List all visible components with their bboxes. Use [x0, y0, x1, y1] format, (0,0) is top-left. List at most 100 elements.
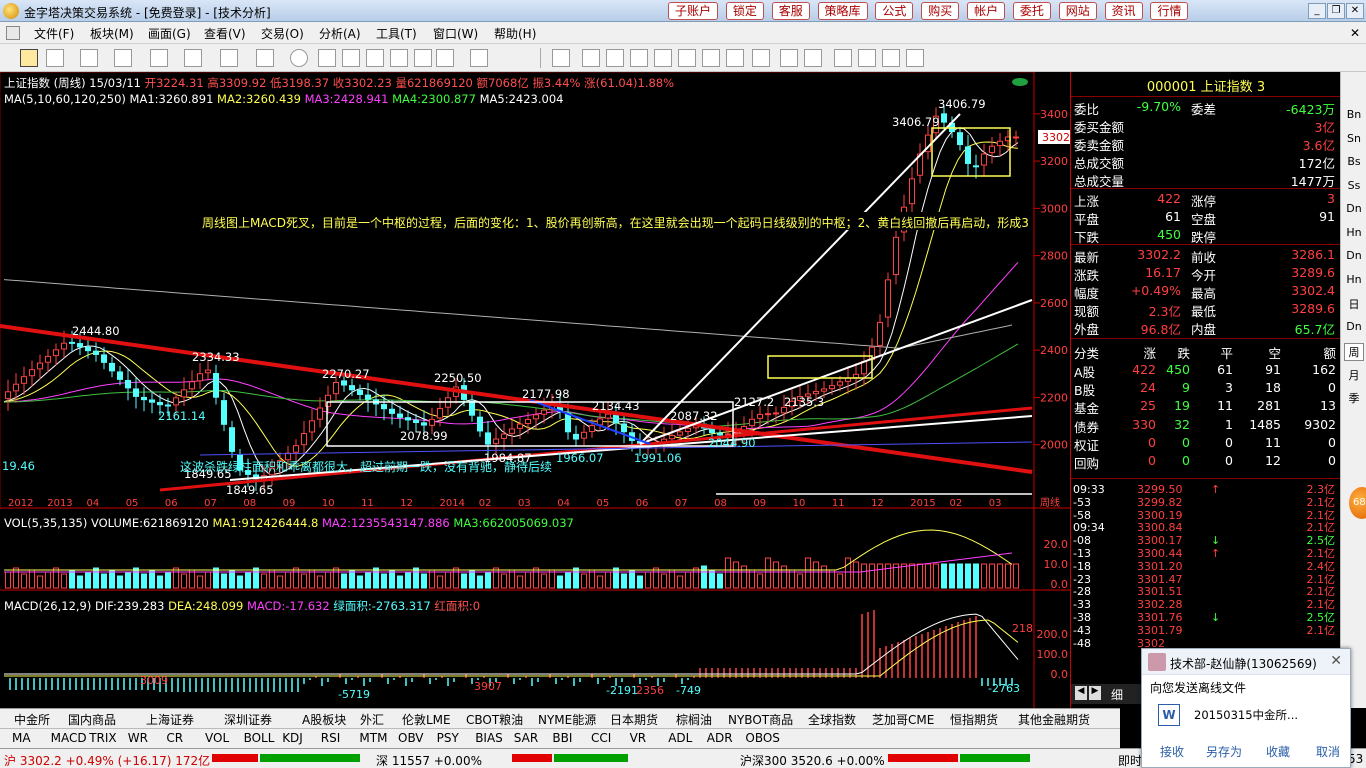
- clear-icon[interactable]: [702, 49, 720, 67]
- popup-close-icon[interactable]: ✕: [1330, 653, 1342, 669]
- menu-sector[interactable]: 板块(M): [90, 25, 134, 42]
- minimize-icon[interactable]: _: [1308, 3, 1326, 19]
- sidebar-item[interactable]: Hn: [1344, 273, 1364, 291]
- scroll-right-icon[interactable]: ▶: [1089, 686, 1101, 700]
- sidebar-item[interactable]: 日: [1344, 296, 1364, 314]
- technical-chart-area[interactable]: 3400 3200 3000 2800 2600 2400 2200 2000 2012 2013…: [0, 72, 1070, 708]
- indicator-tab[interactable]: MACD: [51, 731, 87, 745]
- parallel-tool-icon[interactable]: [114, 49, 132, 67]
- market-button[interactable]: 行情: [1150, 2, 1189, 20]
- cursor-tool-icon[interactable]: [20, 49, 38, 67]
- eraser-icon[interactable]: [390, 49, 408, 67]
- market-tab[interactable]: 中金所: [14, 711, 50, 728]
- indicator-tab[interactable]: PSY: [437, 731, 459, 745]
- indicator-tab[interactable]: MA: [12, 731, 31, 745]
- gann-tool-icon[interactable]: [150, 49, 168, 67]
- sidebar-item[interactable]: Sn: [1344, 132, 1364, 150]
- indicator-tab[interactable]: BBI: [552, 731, 572, 745]
- delete-icon[interactable]: [726, 49, 744, 67]
- menu-tools[interactable]: 工具(T): [376, 25, 417, 42]
- copy-icon[interactable]: [606, 49, 624, 67]
- save-as-button[interactable]: 另存为: [1206, 743, 1242, 760]
- paste-special-icon[interactable]: [654, 49, 672, 67]
- sidebar-item[interactable]: 月: [1344, 367, 1364, 385]
- sidebar-item[interactable]: Dn: [1344, 320, 1364, 338]
- indicator-tab[interactable]: CCI: [591, 731, 611, 745]
- text-tool-icon[interactable]: [80, 49, 98, 67]
- cut-icon[interactable]: [582, 49, 600, 67]
- ruler-tool-icon[interactable]: [184, 49, 202, 67]
- tick-list[interactable]: 09:33 3299.50 ↑ 2.3亿 -53 3299.82 2.1亿 -58 3300.1…: [1071, 483, 1341, 650]
- market-tab[interactable]: 上海证券: [146, 711, 194, 728]
- detail-tab[interactable]: 细: [1111, 686, 1123, 703]
- menu-view-screen[interactable]: 画面(G): [148, 25, 191, 42]
- indicator-tab[interactable]: WR: [128, 731, 148, 745]
- indicator-tab[interactable]: ADR: [707, 731, 733, 745]
- menu-analysis[interactable]: 分析(A): [319, 25, 361, 42]
- market-tab[interactable]: NYME能源: [538, 711, 596, 728]
- chart-doc-icon[interactable]: [6, 26, 20, 40]
- market-tab[interactable]: 深圳证券: [224, 711, 272, 728]
- favorite-button[interactable]: 收藏: [1266, 743, 1290, 760]
- customer-service-button[interactable]: 客服: [771, 2, 810, 20]
- close-icon[interactable]: ✕: [1346, 3, 1364, 19]
- indicator-tab[interactable]: TRIX: [89, 731, 116, 745]
- cancel-button[interactable]: 取消: [1316, 743, 1340, 760]
- paste-icon[interactable]: [630, 49, 648, 67]
- sidebar-item[interactable]: 季: [1344, 390, 1364, 408]
- menu-help[interactable]: 帮助(H): [494, 25, 536, 42]
- market-tab[interactable]: 伦敦LME: [402, 711, 451, 728]
- scroll-left-icon[interactable]: ◀: [1075, 686, 1087, 700]
- indicator-tab[interactable]: RSI: [321, 731, 341, 745]
- settings-icon[interactable]: [470, 49, 488, 67]
- website-button[interactable]: 网站: [1058, 2, 1097, 20]
- indicator-tab[interactable]: ADL: [668, 731, 692, 745]
- purchase-button[interactable]: 购买: [921, 2, 960, 20]
- formula-button[interactable]: 公式: [875, 2, 914, 20]
- menu-trade[interactable]: 交易(O): [261, 25, 304, 42]
- market-tab[interactable]: 国内商品: [68, 711, 116, 728]
- strategy-library-button[interactable]: 策略库: [817, 2, 868, 20]
- sidebar-item[interactable]: 周: [1344, 343, 1364, 361]
- doc-close-icon[interactable]: ✕: [1350, 26, 1360, 40]
- sidebar-item[interactable]: Hn: [1344, 226, 1364, 244]
- fib-tool-icon[interactable]: [220, 49, 238, 67]
- market-tab[interactable]: 恒指期货: [950, 711, 998, 728]
- news-button[interactable]: 资讯: [1104, 2, 1143, 20]
- circle-tool-icon[interactable]: [290, 49, 308, 67]
- sidebar-item[interactable]: Ss: [1344, 179, 1364, 197]
- order-button[interactable]: 委托: [1012, 2, 1051, 20]
- indicator-tab[interactable]: SAR: [514, 731, 538, 745]
- sidebar-item[interactable]: Dn: [1344, 202, 1364, 220]
- indicator-tab[interactable]: MTM: [359, 731, 387, 745]
- sub-account-button[interactable]: 子账户: [668, 2, 719, 20]
- market-tab[interactable]: 其他金融期货: [1018, 711, 1090, 728]
- indicator-tab[interactable]: OBOS: [745, 731, 780, 745]
- save-icon[interactable]: [552, 49, 570, 67]
- indicator-tab[interactable]: VR: [630, 731, 647, 745]
- comment-icon[interactable]: [882, 49, 900, 67]
- sidebar-item[interactable]: Bn: [1344, 108, 1364, 126]
- indicator-tab[interactable]: CR: [166, 731, 183, 745]
- receive-button[interactable]: 接收: [1160, 743, 1184, 760]
- cycle-tool-icon[interactable]: [318, 49, 336, 67]
- delete-draw-icon[interactable]: [366, 49, 384, 67]
- menu-window[interactable]: 窗口(W): [433, 25, 478, 42]
- menu-view[interactable]: 查看(V): [204, 25, 246, 42]
- market-tab[interactable]: A股板块: [302, 711, 346, 728]
- market-tab[interactable]: 外汇: [360, 711, 384, 728]
- line-tool-icon[interactable]: [46, 49, 64, 67]
- indicator-tab[interactable]: BIAS: [475, 731, 503, 745]
- indicator-tab[interactable]: VOL: [205, 731, 229, 745]
- market-tab[interactable]: CBOT粮油: [466, 711, 523, 728]
- market-tab[interactable]: NYBOT商品: [728, 711, 793, 728]
- uncomment-icon[interactable]: [906, 49, 924, 67]
- indent-icon[interactable]: [834, 49, 852, 67]
- rect-tool-icon[interactable]: [256, 49, 274, 67]
- market-tab[interactable]: 芝加哥CME: [872, 711, 934, 728]
- undo-icon[interactable]: [780, 49, 798, 67]
- menu-file[interactable]: 文件(F): [34, 25, 74, 42]
- sidebar-item[interactable]: Bs: [1344, 155, 1364, 173]
- lock-button[interactable]: 锁定: [725, 2, 764, 20]
- restore-icon[interactable]: ❐: [1327, 3, 1345, 19]
